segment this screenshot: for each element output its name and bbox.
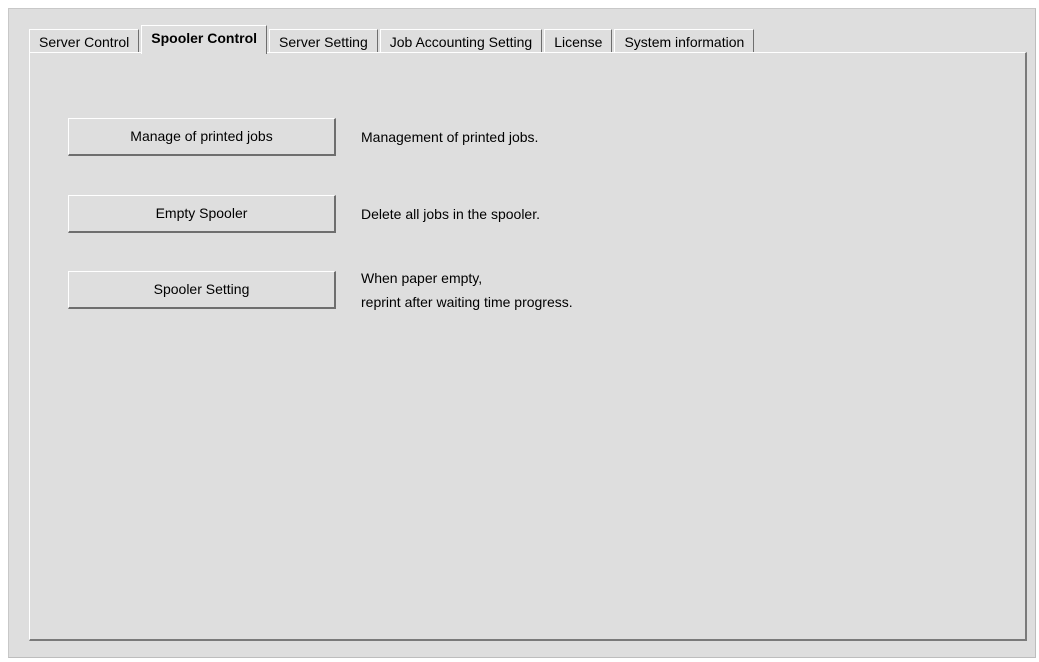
spooler-control-window: Server Control Spooler Control Server Se… bbox=[8, 8, 1036, 658]
tab-license[interactable]: License bbox=[544, 29, 613, 53]
empty-spooler-button[interactable]: Empty Spooler bbox=[68, 195, 336, 233]
description-line: Delete all jobs in the spooler. bbox=[361, 206, 540, 222]
spooler-control-panel: Manage of printed jobs Management of pri… bbox=[29, 52, 1027, 641]
manage-printed-jobs-button[interactable]: Manage of printed jobs bbox=[68, 118, 336, 156]
description-line: reprint after waiting time progress. bbox=[361, 294, 573, 310]
tab-server-setting[interactable]: Server Setting bbox=[269, 29, 378, 53]
tab-job-accounting-setting[interactable]: Job Accounting Setting bbox=[379, 29, 543, 53]
empty-spooler-description: Delete all jobs in the spooler. bbox=[361, 202, 540, 226]
description-line: Management of printed jobs. bbox=[361, 129, 539, 145]
description-line: When paper empty, bbox=[361, 270, 483, 286]
tab-bar: Server Control Spooler Control Server Se… bbox=[29, 23, 756, 54]
tab-spooler-control[interactable]: Spooler Control bbox=[141, 25, 268, 54]
spooler-setting-button[interactable]: Spooler Setting bbox=[68, 271, 336, 309]
tab-server-control[interactable]: Server Control bbox=[29, 29, 140, 53]
tab-system-information[interactable]: System information bbox=[614, 29, 755, 53]
manage-printed-jobs-description: Management of printed jobs. bbox=[361, 125, 538, 149]
spooler-setting-description: When paper empty, reprint after waiting … bbox=[361, 266, 573, 314]
